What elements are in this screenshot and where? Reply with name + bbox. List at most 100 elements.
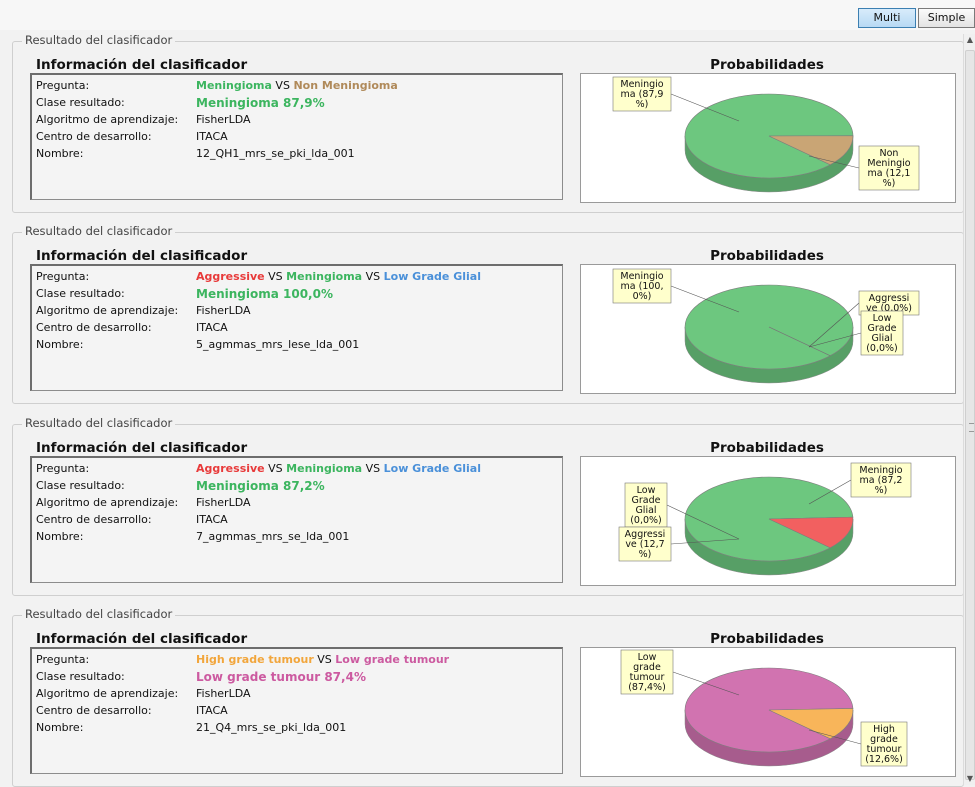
field-label: Centro de desarrollo: [36, 704, 152, 717]
classifier-result-panel: Resultado del clasificador Información de… [12, 607, 964, 787]
field-value: FisherLDA [196, 496, 251, 509]
classifier-result-panel: Resultado del clasificador Información de… [12, 33, 964, 213]
pie-chart-svg: Lowgradetumour(87,4%)Highgradetumour(12,… [620, 649, 908, 767]
field-label: Pregunta: [36, 270, 90, 283]
field-value: 5_agmmas_mrs_lese_lda_001 [196, 338, 360, 351]
info-title: Información del clasificador [36, 57, 248, 73]
pie-chart: Meningio ma (100, 0%) Aggressi ve (0,0%) Low G… [580, 264, 956, 394]
field-value: ITACA [196, 704, 228, 717]
grip-icon [969, 423, 974, 432]
probabilities-title: Probabilidades [710, 440, 824, 456]
pie-label-text: %) [636, 99, 649, 110]
info-box: Pregunta: High grade tumour VS Low grade … [30, 647, 563, 774]
pie-chart-svg: Meningioma (87,9%)NonMeningioma (12,1%) [612, 76, 920, 193]
top-toolbar: Multi Simple [0, 0, 975, 30]
field-value: Low grade tumour 87,4% [196, 669, 366, 686]
simple-button[interactable]: Simple [918, 8, 975, 28]
result-value: Meningioma 87,9% [196, 96, 325, 110]
probabilities-title: Probabilidades [710, 248, 824, 264]
question-term: Aggressive [196, 462, 265, 475]
field-label: Nombre: [36, 338, 84, 351]
classifier-result-panel: Resultado del clasificador Información de… [12, 416, 964, 596]
pie-label-text: 0%) [633, 291, 652, 302]
field-label: Algoritmo de aprendizaje: [36, 687, 179, 700]
question-term: Low Grade Glial [383, 270, 481, 283]
question-term: VS [264, 270, 287, 283]
panel-legend: Resultado del clasificador [22, 33, 176, 47]
field-label: Nombre: [36, 147, 84, 160]
question-term: Meningioma [286, 270, 363, 283]
field-label: Algoritmo de aprendizaje: [36, 496, 179, 509]
field-label: Clase resultado: [36, 479, 125, 492]
info-box: Pregunta: Aggressive VS Meningioma VS Low… [30, 264, 563, 391]
pie-label-text: (0,0%) [630, 515, 662, 526]
panel-legend: Resultado del clasificador [22, 416, 176, 430]
field-value: FisherLDA [196, 113, 251, 126]
field-value: Meningioma 100,0% [196, 286, 333, 303]
field-label: Clase resultado: [36, 287, 125, 300]
field-value: 12_QH1_mrs_se_pki_lda_001 [196, 147, 355, 160]
panel-legend: Resultado del clasificador [22, 224, 176, 238]
question-term: Meningioma [286, 462, 363, 475]
info-title: Información del clasificador [36, 440, 248, 456]
question-term: VS [264, 462, 287, 475]
pie-chart-svg: Meningioma (87,2%)LowGradeGlial(0,0%)Agg… [618, 462, 912, 576]
multi-button[interactable]: Multi [858, 8, 916, 28]
result-value: Low grade tumour 87,4% [196, 670, 366, 684]
scroll-thumb[interactable] [965, 50, 975, 780]
probabilities-title: Probabilidades [710, 57, 824, 73]
question-term: Low Grade Glial [383, 462, 481, 475]
field-value: 7_agmmas_mrs_se_lda_001 [196, 530, 350, 543]
info-box: Pregunta: Aggressive VS Meningioma VS Low… [30, 456, 563, 583]
question-term: VS [362, 462, 384, 475]
field-value: FisherLDA [196, 304, 251, 317]
pie-chart: Meningio ma (87,2%) Low Grade Glial (0,0%) Agg… [580, 456, 956, 586]
panel-legend: Resultado del clasificador [22, 607, 176, 621]
field-label: Nombre: [36, 721, 84, 734]
field-value: ITACA [196, 321, 228, 334]
scroll-down-icon[interactable]: ▼ [964, 773, 975, 785]
info-box: Pregunta: Meningioma VS Non Meningioma Cla… [30, 73, 563, 200]
field-label: Centro de desarrollo: [36, 321, 152, 334]
vertical-scrollbar[interactable]: ▲ ▼ [963, 34, 975, 785]
pie-label-text: %) [639, 549, 652, 560]
field-label: Centro de desarrollo: [36, 513, 152, 526]
field-value: Aggressive VS Meningioma VS Low Grade Gl… [196, 461, 481, 477]
field-value: ITACA [196, 513, 228, 526]
pie-chart: Low grade tumour (87,4%) High grade tumour (12,… [580, 647, 956, 777]
field-label: Centro de desarrollo: [36, 130, 152, 143]
field-value: FisherLDA [196, 687, 251, 700]
field-value: High grade tumour VS Low grade tumour [196, 652, 449, 668]
pie-chart: Meningio ma (87,9%) Non Meningio ma (12,1%) [580, 73, 956, 203]
pie-label-text: %) [875, 485, 888, 496]
question-term: Low grade tumour [335, 653, 450, 666]
question-term: High grade tumour [196, 653, 314, 666]
field-label: Nombre: [36, 530, 84, 543]
field-label: Pregunta: [36, 462, 90, 475]
field-value: Meningioma 87,9% [196, 95, 325, 112]
question-term: VS [362, 270, 384, 283]
question-term: VS [271, 79, 294, 92]
field-value: ITACA [196, 130, 228, 143]
question-term: VS [313, 653, 336, 666]
question-term: Aggressive [196, 270, 265, 283]
field-label: Clase resultado: [36, 96, 125, 109]
field-value: Aggressive VS Meningioma VS Low Grade Gl… [196, 269, 481, 285]
pie-label-text: (0,0%) [866, 343, 898, 354]
result-value: Meningioma 87,2% [196, 479, 325, 493]
info-title: Información del clasificador [36, 631, 248, 647]
field-label: Pregunta: [36, 653, 90, 666]
pie-label-text: (87,4%) [628, 682, 666, 693]
pie-chart-svg: Meningioma (100,0%) Aggressive (0,0%)LowG… [612, 268, 920, 384]
field-value: Meningioma 87,2% [196, 478, 325, 495]
question-term: Meningioma [196, 79, 272, 92]
probabilities-title: Probabilidades [710, 631, 824, 647]
question-term: Non Meningioma [293, 79, 398, 92]
result-value: Meningioma 100,0% [196, 287, 333, 301]
field-label: Algoritmo de aprendizaje: [36, 113, 179, 126]
info-title: Información del clasificador [36, 248, 248, 264]
classifier-result-panel: Resultado del clasificador Información de… [12, 224, 964, 404]
field-value: Meningioma VS Non Meningioma [196, 78, 398, 94]
pie-label-text: %) [883, 178, 896, 189]
scroll-up-icon[interactable]: ▲ [964, 34, 975, 46]
